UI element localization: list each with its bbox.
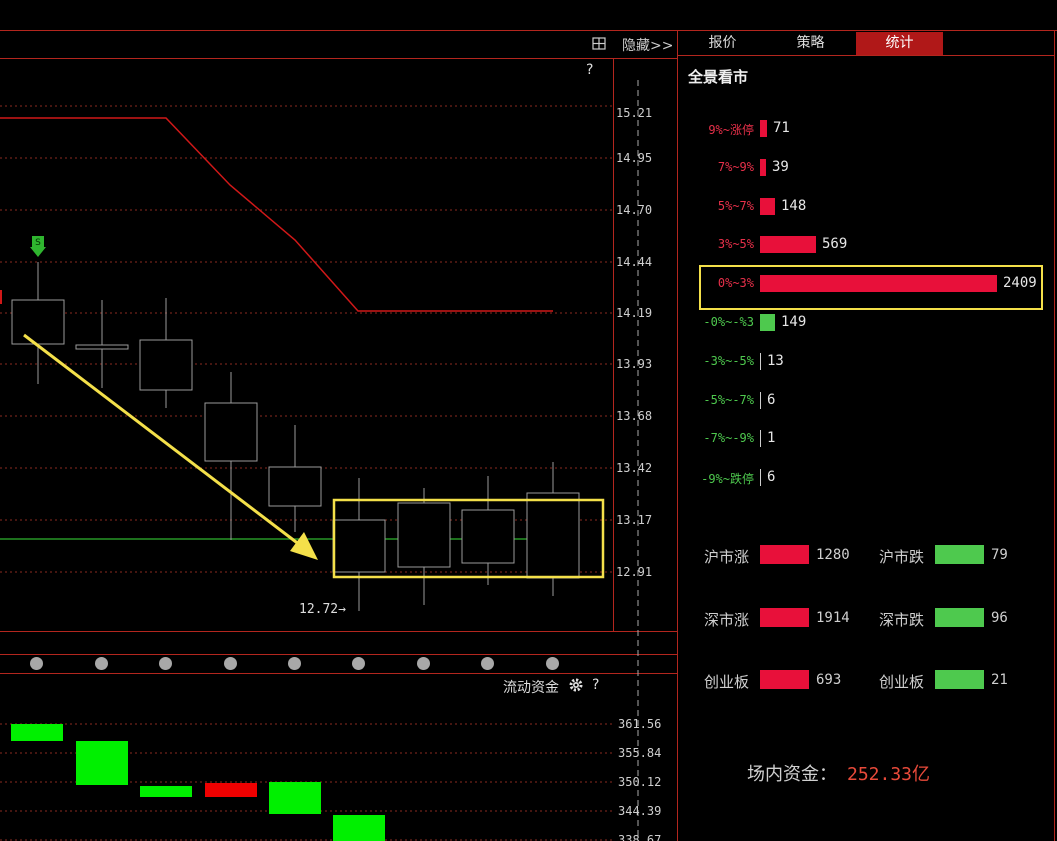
- tab-quote-label: 报价: [708, 35, 737, 51]
- distribution-bar: [760, 391, 761, 409]
- sh-down-label: 沪市跌: [879, 548, 925, 566]
- distribution-label: 3%~5%: [717, 237, 754, 252]
- funds-label: 场内资金：: [747, 764, 837, 785]
- gem-down-bar: [935, 670, 984, 689]
- gem-up-value: 693: [816, 672, 842, 688]
- gem-up-label: 创业板: [704, 673, 750, 691]
- flow-tick: 338.67: [618, 833, 662, 841]
- sz-down-label: 深市跌: [879, 611, 925, 629]
- distribution-bar: [760, 469, 761, 487]
- panel-divider: [677, 30, 678, 841]
- gem-down-value: 21: [991, 672, 1008, 688]
- distribution-bar: [760, 236, 816, 254]
- distribution-label: 5%~7%: [717, 198, 754, 213]
- distribution-bar: [760, 158, 766, 176]
- funds-value: 252.33亿: [847, 764, 931, 785]
- distribution-label: -7%~-9%: [703, 431, 754, 446]
- distribution-value: 149: [781, 314, 807, 330]
- distribution-value: 6: [767, 391, 776, 408]
- tab-statistics[interactable]: 统计: [856, 32, 943, 55]
- sz-up-label: 深市涨: [704, 611, 750, 629]
- sh-down-bar: [935, 545, 984, 564]
- distribution-value: 39: [772, 158, 789, 175]
- flow-tick: 355.84: [618, 746, 662, 760]
- distribution-value: 148: [781, 197, 807, 214]
- sh-up-bar: [760, 545, 809, 564]
- distribution-bar: [760, 430, 761, 448]
- tab-strategy[interactable]: 策略: [768, 32, 853, 55]
- tab-strategy-label: 策略: [796, 35, 825, 51]
- distribution-bar: [760, 352, 761, 370]
- flow-tick: 350.12: [618, 775, 662, 789]
- flow-bar-chart: [0, 723, 612, 841]
- distribution-value: 13: [767, 352, 784, 369]
- distribution-label: -0%~-%3: [703, 315, 754, 329]
- sz-up-bar: [760, 608, 809, 627]
- distribution-value: 1: [767, 430, 776, 447]
- sz-up-value: 1914: [816, 610, 850, 626]
- tab-underline: [678, 55, 1054, 56]
- distribution-label: -3%~-5%: [703, 353, 754, 368]
- highlight-box: [699, 265, 1043, 311]
- sh-down-value: 79: [991, 547, 1008, 563]
- distribution-label: -9%~跌停: [701, 472, 754, 487]
- tab-quote[interactable]: 报价: [680, 32, 765, 55]
- sz-down-bar: [935, 608, 984, 627]
- sz-down-value: 96: [991, 610, 1008, 626]
- distribution-bar: [760, 197, 775, 215]
- distribution-value: 569: [822, 236, 848, 253]
- sh-up-value: 1280: [816, 547, 850, 563]
- gem-up-bar: [760, 670, 809, 689]
- sh-up-label: 沪市涨: [704, 548, 750, 566]
- distribution-value: 71: [773, 120, 790, 136]
- distribution-label: 9%~涨停: [708, 123, 754, 137]
- panorama-title: 全景看市: [688, 68, 749, 86]
- distribution-value: 6: [767, 469, 776, 486]
- distribution-bar: [760, 120, 767, 137]
- distribution-label: -5%~-7%: [703, 392, 754, 407]
- distribution-bar: [760, 314, 775, 331]
- tab-statistics-label: 统计: [885, 35, 914, 51]
- right-border: [1054, 30, 1055, 841]
- gem-down-label: 创业板: [879, 673, 925, 691]
- distribution-label: 7%~9%: [717, 159, 754, 174]
- flow-tick: 361.56: [618, 717, 662, 731]
- flow-tick: 344.39: [618, 804, 662, 818]
